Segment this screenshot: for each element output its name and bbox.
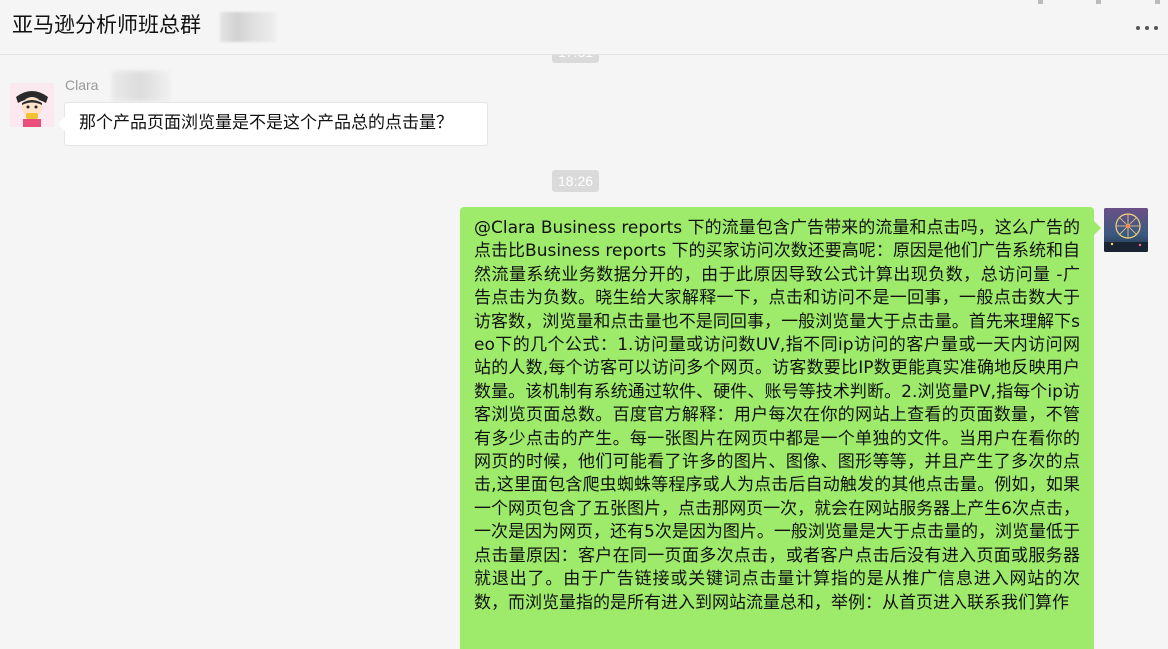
- more-dots-icon[interactable]: [1132, 18, 1164, 38]
- avatar-ferris-wheel-icon: [1104, 208, 1148, 252]
- chat-header: 亚马逊分析师班总群: [0, 0, 1168, 55]
- message-bubble-received[interactable]: 那个产品页面浏览量是不是这个产品总的点击量？: [58, 102, 488, 146]
- timestamp: 18:26: [552, 170, 600, 192]
- timestamp: 17:31: [552, 55, 600, 63]
- chat-window: 亚马逊分析师班总群 17:31 Clara 那个产品页面浏览量是不是这个产品总的…: [0, 0, 1168, 649]
- message-bubble-sent[interactable]: @Clara Business reports 下的流量包含广告带来的流量和点击…: [460, 207, 1094, 649]
- sender-name: Clara: [65, 77, 99, 93]
- bubble-tail: [1094, 221, 1101, 235]
- group-title: 亚马逊分析师班总群: [12, 13, 201, 37]
- header-control-fragment: [1096, 0, 1101, 4]
- name-redaction: [112, 71, 170, 101]
- avatar[interactable]: [1104, 208, 1148, 252]
- avatar-cartoon-icon: [10, 83, 54, 127]
- avatar[interactable]: [10, 83, 54, 127]
- header-control-fragment: [1155, 0, 1160, 4]
- title-redaction: [220, 12, 276, 42]
- header-control-fragment: [1038, 0, 1043, 4]
- message-list[interactable]: 17:31 Clara 那个产品页面浏览量是不是这个产品总的点击量？ 18:26…: [0, 55, 1168, 649]
